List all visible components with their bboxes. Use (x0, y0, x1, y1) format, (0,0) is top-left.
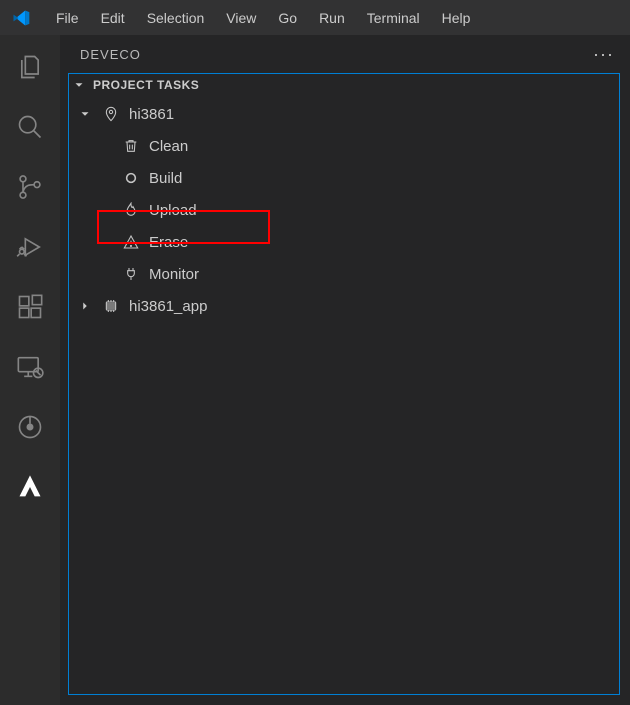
tree-label: Upload (149, 202, 197, 219)
chevron-right-icon (77, 299, 93, 313)
sidebar-more-icon[interactable]: ··· (593, 44, 614, 65)
pin-icon (101, 106, 121, 122)
menu-view[interactable]: View (216, 6, 266, 30)
tree-label: Monitor (149, 266, 199, 283)
trash-icon (121, 138, 141, 154)
menu-go[interactable]: Go (268, 6, 307, 30)
chevron-down-icon (77, 107, 93, 121)
toggle-icon[interactable] (16, 413, 44, 441)
tree-item-hi3861-app[interactable]: hi3861_app (69, 290, 619, 322)
tree-item-build[interactable]: Build (69, 162, 619, 194)
panel-title-label: PROJECT TASKS (93, 78, 199, 92)
tree-item-upload[interactable]: Upload (69, 194, 619, 226)
run-debug-icon[interactable] (16, 233, 44, 261)
tree-item-erase[interactable]: Erase (69, 226, 619, 258)
tree-item-clean[interactable]: Clean (69, 130, 619, 162)
vscode-logo (10, 7, 32, 29)
explorer-icon[interactable] (16, 53, 44, 81)
project-tasks-panel: PROJECT TASKS hi3861 (68, 73, 620, 695)
plug-icon (121, 266, 141, 282)
activity-bar (0, 35, 60, 705)
tree-label: Erase (149, 234, 188, 251)
menu-help[interactable]: Help (432, 6, 481, 30)
menu-selection[interactable]: Selection (137, 6, 215, 30)
tree-label: hi3861 (129, 106, 174, 123)
remote-icon[interactable] (16, 353, 44, 381)
menu-run[interactable]: Run (309, 6, 355, 30)
source-control-icon[interactable] (16, 173, 44, 201)
menu-file[interactable]: File (46, 6, 89, 30)
tree-label: Build (149, 170, 182, 187)
menu-terminal[interactable]: Terminal (357, 6, 430, 30)
deveco-icon[interactable] (16, 473, 44, 501)
tree-label: hi3861_app (129, 298, 207, 315)
project-tree: hi3861 Clean (69, 98, 619, 322)
title-bar: File Edit Selection View Go Run Terminal… (0, 0, 630, 35)
sidebar: DEVECO ··· PROJECT TASKS (60, 35, 630, 705)
chip-icon (101, 298, 121, 314)
tree-label: Clean (149, 138, 188, 155)
search-icon[interactable] (16, 113, 44, 141)
circle-icon (121, 171, 141, 185)
flame-icon (121, 202, 141, 218)
sidebar-title: DEVECO (80, 47, 141, 62)
tree-item-monitor[interactable]: Monitor (69, 258, 619, 290)
panel-header[interactable]: PROJECT TASKS (69, 74, 619, 98)
chevron-down-icon (71, 78, 87, 92)
menu-edit[interactable]: Edit (91, 6, 135, 30)
tree-item-hi3861[interactable]: hi3861 (69, 98, 619, 130)
warning-icon (121, 234, 141, 250)
main-menu: File Edit Selection View Go Run Terminal… (46, 6, 480, 30)
extensions-icon[interactable] (16, 293, 44, 321)
sidebar-header: DEVECO ··· (60, 35, 630, 73)
